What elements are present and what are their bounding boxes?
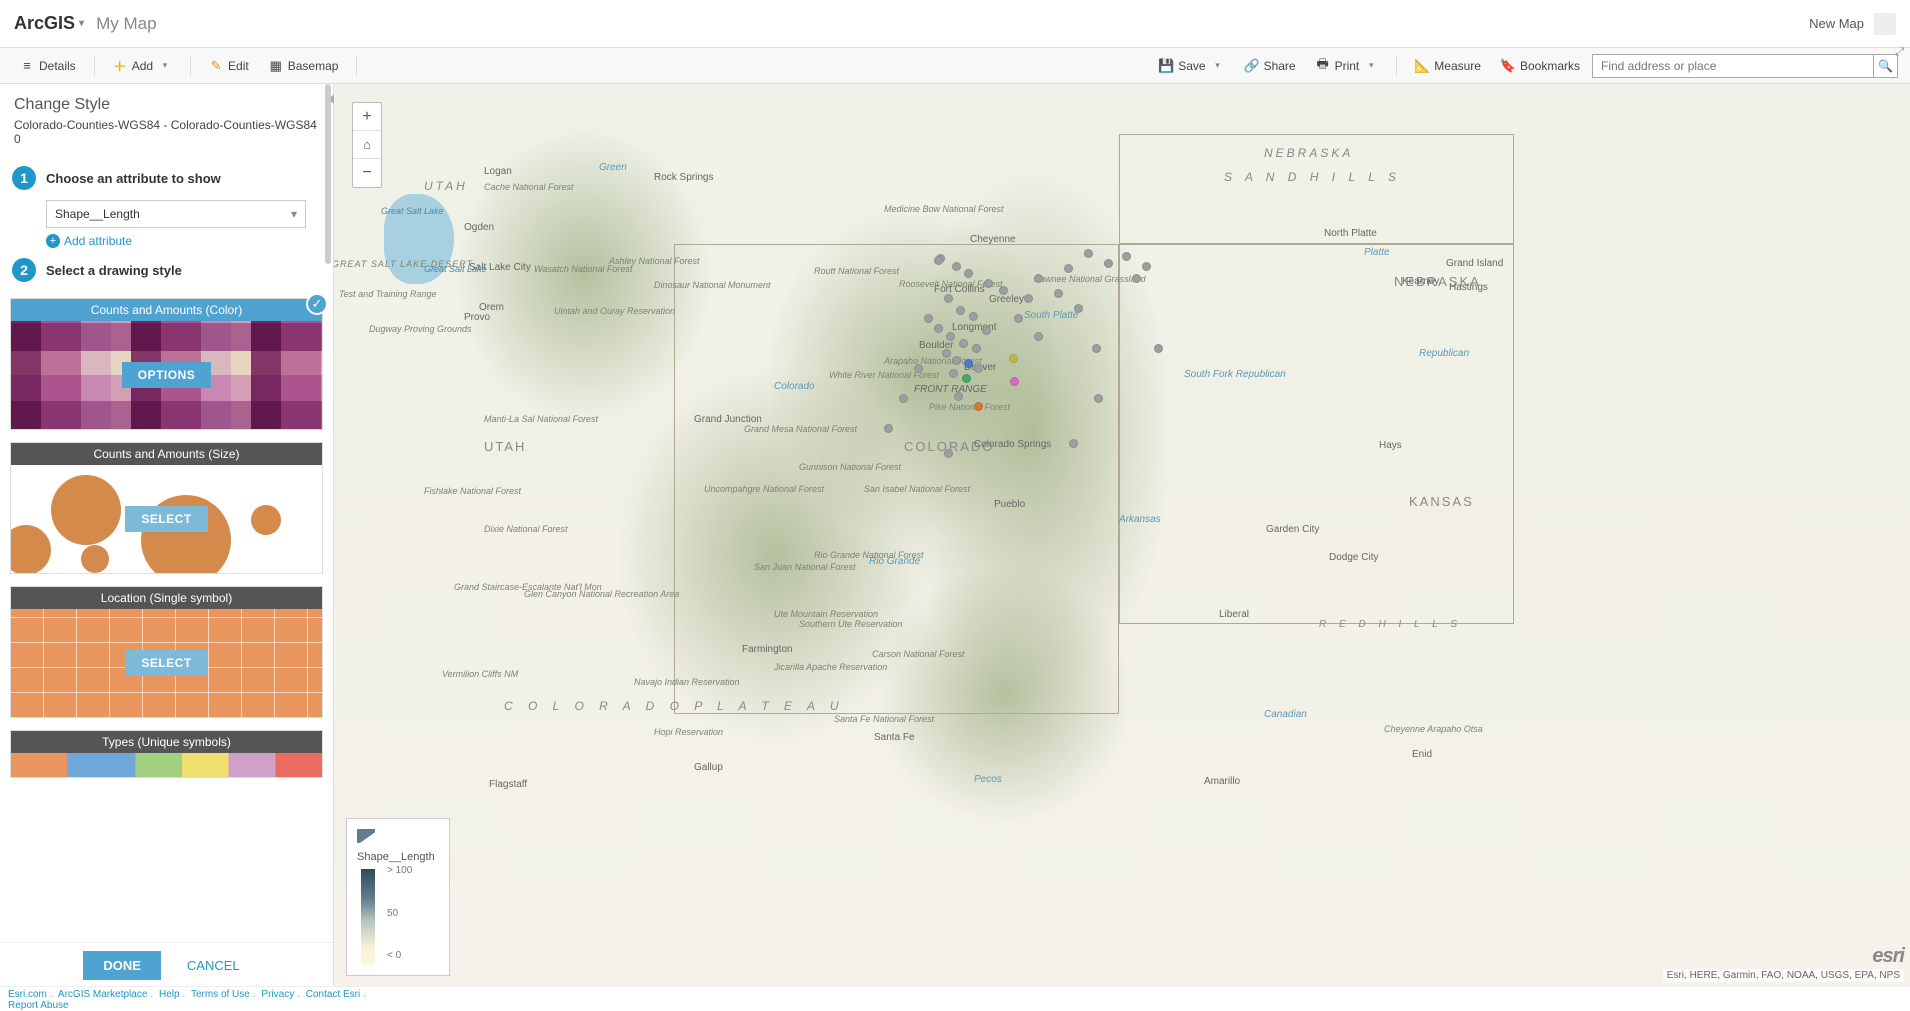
layer-name: Colorado-Counties-WGS84 - Colorado-Count… (0, 118, 333, 156)
done-button[interactable]: DONE (83, 951, 161, 980)
new-map-link[interactable]: New Map (1809, 16, 1864, 31)
chevron-down-icon: ▾ (1211, 59, 1225, 73)
label-sandhills: S A N D H I L L S (1224, 170, 1401, 184)
step-1: 1 Choose an attribute to show (12, 166, 321, 190)
measure-button[interactable]: 📐Measure (1407, 56, 1489, 76)
style-panel: ◀ Change Style Colorado-Counties-WGS84 -… (0, 84, 334, 986)
label-front-range: FRONT RANGE (914, 384, 987, 395)
select-button[interactable]: SELECT (125, 650, 207, 676)
legend-swatch (357, 829, 375, 843)
plus-circle-icon: + (46, 234, 60, 248)
edit-button[interactable]: ✎Edit (201, 56, 257, 76)
label-utah: UTAH (424, 179, 468, 193)
user-avatar[interactable] (1874, 13, 1896, 35)
plus-icon: ＋ (113, 59, 127, 73)
step-2: 2 Select a drawing style (12, 258, 321, 282)
ruler-icon: 📐 (1415, 59, 1429, 73)
label-red-hills: R E D H I L L S (1319, 619, 1462, 630)
list-icon: ≡ (20, 59, 34, 73)
style-card-location[interactable]: Location (Single symbol) SELECT (10, 586, 323, 718)
label-co-plateau: C O L O R A D O P L A T E A U (504, 699, 845, 713)
home-button[interactable]: ⌂ (353, 131, 381, 159)
add-button[interactable]: ＋Add▾ (105, 56, 180, 76)
check-icon: ✓ (306, 293, 328, 315)
footer-link[interactable]: Help (159, 989, 180, 1000)
footer-link[interactable]: ArcGIS Marketplace (58, 989, 147, 1000)
brand-text: ArcGIS (14, 13, 75, 34)
toolbar: ≡Details ＋Add▾ ✎Edit ▦Basemap 💾Save▾ 🔗Sh… (0, 48, 1910, 84)
legend-gradient (361, 869, 375, 965)
panel-actions: DONE CANCEL (0, 942, 333, 986)
chevron-down-icon: ▾ (79, 18, 84, 29)
save-icon: 💾 (1159, 59, 1173, 73)
map-canvas[interactable]: UTAH UTAH COLORADO NEBRASKA S A N D H I … (334, 84, 1910, 986)
footer-link[interactable]: Esri.com (8, 989, 47, 1000)
chevron-down-icon: ▾ (1364, 59, 1378, 73)
esri-logo: esri (1872, 945, 1904, 968)
map-attribution: Esri, HERE, Garmin, FAO, NOAA, USGS, EPA… (1663, 969, 1904, 982)
bookmarks-button[interactable]: 🔖Bookmarks (1493, 56, 1588, 76)
zoom-controls: + ⌂ − (352, 102, 382, 188)
report-abuse-link[interactable]: Report Abuse (8, 1000, 69, 1011)
style-card-types[interactable]: Types (Unique symbols) (10, 730, 323, 778)
footer: Esri.com. ArcGIS Marketplace. Help. Term… (0, 986, 1910, 1008)
legend: Shape__Length > 100 50 < 0 (346, 818, 450, 976)
search-input[interactable] (1593, 55, 1873, 77)
add-attribute-link[interactable]: +Add attribute (46, 234, 321, 248)
step-badge-1: 1 (12, 166, 36, 190)
style-list: Counts and Amounts (Color) ✓ OPTIONS Cou… (0, 292, 333, 942)
grid-icon: ▦ (269, 59, 283, 73)
save-button[interactable]: 💾Save▾ (1151, 56, 1232, 76)
footer-link[interactable]: Contact Esri (306, 989, 360, 1000)
zoom-out-button[interactable]: − (353, 159, 381, 187)
footer-link[interactable]: Privacy (261, 989, 294, 1000)
footer-link[interactable]: Terms of Use (191, 989, 250, 1000)
app-header: ArcGIS ▾ My Map New Map (0, 0, 1910, 48)
attribute-select[interactable]: Shape__Length (46, 200, 306, 228)
style-card-counts-color[interactable]: Counts and Amounts (Color) ✓ OPTIONS (10, 298, 323, 430)
bookmark-icon: 🔖 (1501, 59, 1515, 73)
style-card-counts-size[interactable]: Counts and Amounts (Size) SELECT (10, 442, 323, 574)
pencil-icon: ✎ (209, 59, 223, 73)
label-nebraska: NEBRASKA (1264, 146, 1353, 160)
select-button[interactable]: SELECT (125, 506, 207, 532)
map-title: My Map (96, 14, 156, 34)
cancel-button[interactable]: CANCEL (177, 951, 250, 980)
share-button[interactable]: 🔗Share (1237, 56, 1304, 76)
link-icon: 🔗 (1245, 59, 1259, 73)
options-button[interactable]: OPTIONS (122, 362, 212, 388)
search-box: 🔍 (1592, 54, 1898, 78)
brand[interactable]: ArcGIS ▾ (14, 13, 84, 34)
step-badge-2: 2 (12, 258, 36, 282)
search-icon: 🔍 (1878, 59, 1893, 73)
zoom-in-button[interactable]: + (353, 103, 381, 131)
details-button[interactable]: ≡Details (12, 56, 84, 76)
search-button[interactable]: 🔍 (1873, 55, 1897, 77)
basemap: UTAH UTAH COLORADO NEBRASKA S A N D H I … (334, 84, 1910, 986)
panel-title: Change Style (0, 84, 333, 118)
label-utah2: UTAH (484, 439, 526, 454)
maximize-icon[interactable]: ⤢ (1895, 46, 1904, 59)
basemap-button[interactable]: ▦Basemap (261, 56, 347, 76)
print-button[interactable]: 🖶Print▾ (1308, 56, 1387, 76)
print-icon: 🖶 (1316, 59, 1330, 73)
chevron-down-icon: ▾ (158, 59, 172, 73)
label-kansas: KANSAS (1409, 494, 1474, 509)
